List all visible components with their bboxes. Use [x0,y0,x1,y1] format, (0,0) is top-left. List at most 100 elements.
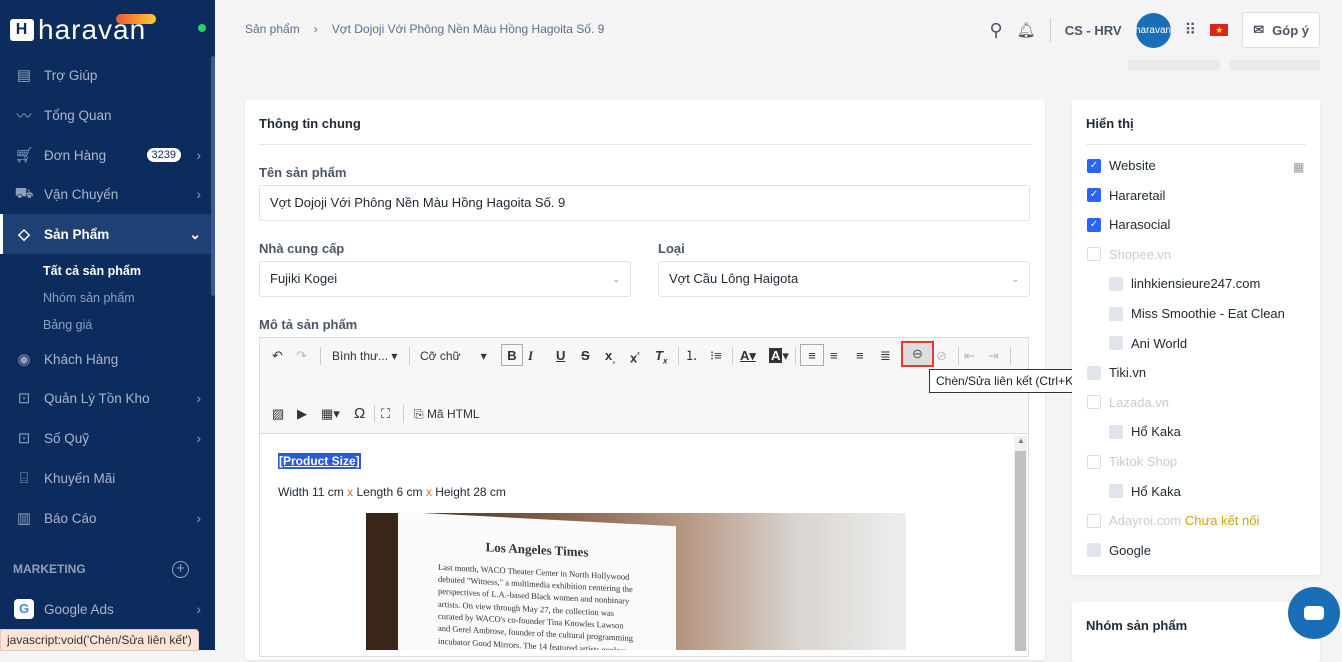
add-marketing-icon[interactable]: + [172,561,189,578]
apps-grid-icon[interactable]: ⠿ [1185,20,1197,40]
sidebar-item-0[interactable]: ▤ Trợ Giúp [0,55,211,95]
sidebar-sub-product-groups[interactable]: Nhóm sản phẩm [43,291,135,305]
editor-scrollbar[interactable]: ▲ [1014,436,1027,651]
vendor-select[interactable]: Fujiki Kogei ⌄ [259,261,631,297]
product-group-card: Nhóm sản phẩm [1072,602,1320,662]
sidebar-item-9[interactable]: ▥ Báo Cáo › [0,498,211,538]
product-name-input[interactable]: Vợt Dojoji Với Phông Nền Màu Hồng Hagoit… [259,185,1030,221]
channel-checkbox[interactable]: Shopee.vn [1087,247,1171,262]
special-char-icon[interactable]: Ω [354,403,365,425]
channel-checkbox[interactable]: Tiktok Shop [1087,454,1177,469]
report-icon: ▥ [16,510,32,527]
type-select[interactable]: Vợt Cầu Lông Haigota ⌄ [658,261,1030,297]
justify-button[interactable]: ≣ [880,345,891,367]
haravan-logo[interactable]: Hharavan [10,12,157,48]
search-icon[interactable]: ⚲ [989,20,1002,41]
product-name-label: Tên sản phẩm [259,165,347,180]
strikethrough-button[interactable]: S [581,345,590,367]
outdent-icon[interactable]: ⇤ [964,345,975,367]
sidebar-item-4[interactable]: ◇ Sản Phẩm ⌄ [0,214,211,254]
divider [259,144,1031,145]
chevron-right-icon: › [196,601,201,617]
sidebar-item-7[interactable]: ⊡ Số Quỹ › [0,418,211,458]
channel-checkbox[interactable]: ✓ Harasocial [1087,217,1170,232]
channel-checkbox[interactable]: ✓ Website [1087,158,1156,173]
sidebar-scrollbar[interactable] [211,56,215,296]
sidebar-item-1[interactable]: 〰 Tổng Quan [0,95,211,135]
text-color-button[interactable]: A▾ [740,345,756,367]
channel-checkbox[interactable]: Lazada.vn [1087,395,1169,410]
numbered-list-icon[interactable]: ⒈ [685,345,698,367]
table-icon[interactable]: ▦▾ [321,403,340,425]
channel-checkbox[interactable]: Ani World [1109,336,1187,351]
align-left-button[interactable]: ≡ [800,344,824,366]
unlink-icon[interactable]: ⊘ [936,345,947,367]
html-source-button[interactable]: ⎘ Mã HTML [414,403,480,425]
size-line[interactable]: Width 11 cm x Length 6 cm x Height 28 cm [278,485,506,499]
sidebar-item-6[interactable]: ⊡ Quản Lý Tồn Kho › [0,378,211,418]
channel-label: Adayroi.com [1109,513,1182,529]
sidebar-item-2[interactable]: 🛒︎ Đơn Hàng 3239 › [0,135,211,175]
channel-status-note: Chưa kết nối [1184,513,1260,529]
sidebar-item-label: Khuyến Mãi [44,470,116,486]
vietnam-flag-icon[interactable]: ★ [1210,24,1229,36]
cashbook-icon: ⊡ [17,430,31,447]
undo-icon[interactable]: ↶ [272,345,283,367]
underline-button[interactable]: U [556,345,565,367]
fullscreen-icon[interactable]: ⛶ [381,403,390,425]
channel-label: Website [1109,158,1156,173]
indent-icon[interactable]: ⇥ [988,345,999,367]
feedback-button[interactable]: ✉ Góp ý [1242,12,1320,48]
channel-checkbox[interactable]: Google [1087,543,1151,558]
clear-format-button[interactable]: Tx [655,345,667,367]
vendor-value: Fujiki Kogei [270,271,338,286]
sidebar-item-5[interactable]: ◉ Khách Hàng [0,339,211,379]
checkbox-icon [1109,484,1123,499]
font-size-select[interactable]: Cỡ chữ ▾ [420,345,490,367]
link-button[interactable]: ⊖ [901,341,934,367]
image-icon[interactable]: ▨ [272,403,284,425]
superscript-button[interactable]: x² [630,345,640,367]
channel-checkbox[interactable]: ✓ Hararetail [1087,188,1165,203]
checkbox-icon [1087,454,1101,469]
channel-checkbox[interactable]: Hổ Kaka [1109,424,1181,439]
avatar[interactable]: haravan [1135,12,1171,48]
x-separator: x [347,485,354,499]
bold-button[interactable]: B [501,344,523,366]
channel-checkbox[interactable]: Adayroi.com Chưa kết nối [1087,513,1259,528]
channel-checkbox[interactable]: Tiki.vn [1087,365,1146,380]
align-center-button[interactable]: ≡ [830,345,838,367]
chevron-right-icon: › [196,186,201,202]
channel-checkbox[interactable]: Hổ Kaka [1109,484,1181,499]
sidebar-item-3[interactable]: ⛟ Vận Chuyển › [0,174,211,214]
breadcrumb-products[interactable]: Sản phẩm [245,22,300,36]
background-color-button[interactable]: A ▾ [769,345,789,367]
bullet-list-icon[interactable]: ⁝≡ [710,345,722,367]
selected-heading[interactable]: [Product Size] [278,453,361,469]
chat-button[interactable] [1288,587,1340,639]
align-right-button[interactable]: ≡ [856,345,864,367]
product-image[interactable]: Los Angeles Times Last month, WACO Theate… [366,513,906,650]
sidebar-sub-all-products[interactable]: Tất cả sản phẩm [43,264,141,278]
font-size-value: Cỡ chữ [420,349,461,363]
account-name[interactable]: CS - HRV [1065,23,1122,38]
video-icon[interactable]: ▶ [297,403,307,425]
sidebar-item-8[interactable]: ⌸ Khuyến Mãi [0,458,211,498]
sidebar-sub-price-list[interactable]: Bảng giá [43,318,92,332]
channel-label: linhkiensieure247.com [1131,276,1261,292]
sidebar-item-google-ads[interactable]: G Google Ads › [0,589,211,629]
google-icon: G [14,599,34,619]
channel-label: Hararetail [1109,187,1166,203]
channel-checkbox[interactable]: Miss Smoothie - Eat Clean [1109,306,1285,321]
checkbox-icon [1087,247,1101,262]
sidebar-item-label: Báo Cáo [44,510,97,526]
channel-checkbox[interactable]: linhkiensieure247.com [1109,276,1260,291]
bell-icon[interactable]: 🔔︎ [1017,21,1036,39]
checkbox-icon [1109,306,1123,321]
redo-icon[interactable]: ↷ [296,345,307,367]
breadcrumb-separator: › [313,22,318,36]
subscript-button[interactable]: x₂ [605,345,615,367]
format-select[interactable]: Bình thư... ▾ [332,345,397,367]
italic-button[interactable]: I [528,345,533,367]
calendar-icon[interactable]: ▦ [1293,160,1304,174]
